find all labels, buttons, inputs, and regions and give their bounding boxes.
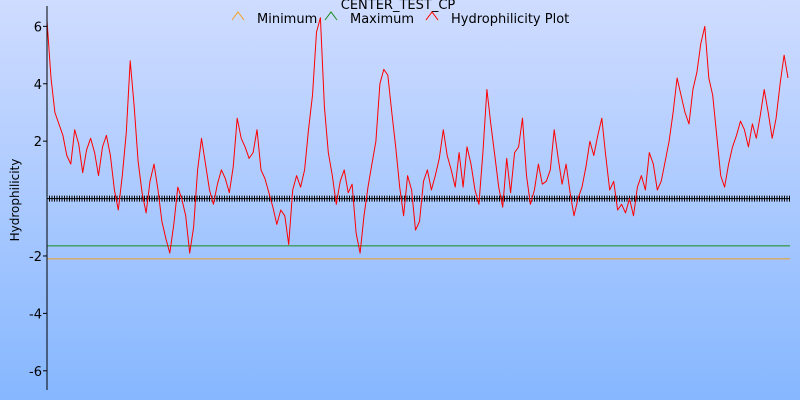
legend-label-minimum: Minimum	[257, 12, 317, 27]
chart-canvas: CENTER_TEST_CP Minimum Maximum Hydrophil…	[0, 0, 800, 400]
y-tick-label: -2	[29, 250, 42, 265]
y-axis-label: Hydrophilicity	[8, 159, 22, 242]
legend: Minimum Maximum Hydrophilicity Plot	[231, 11, 569, 27]
y-tick-label: 6	[34, 20, 42, 35]
y-tick-label: 2	[34, 135, 42, 150]
legend-label-hydrophilicity-plot: Hydrophilicity Plot	[451, 12, 569, 27]
y-tick-label: -6	[29, 365, 42, 380]
y-tick-label: -4	[29, 307, 42, 322]
hydrophilicity-chart: CENTER_TEST_CP Minimum Maximum Hydrophil…	[0, 0, 800, 400]
legend-label-maximum: Maximum	[350, 12, 414, 27]
y-tick-label: 4	[34, 78, 42, 93]
